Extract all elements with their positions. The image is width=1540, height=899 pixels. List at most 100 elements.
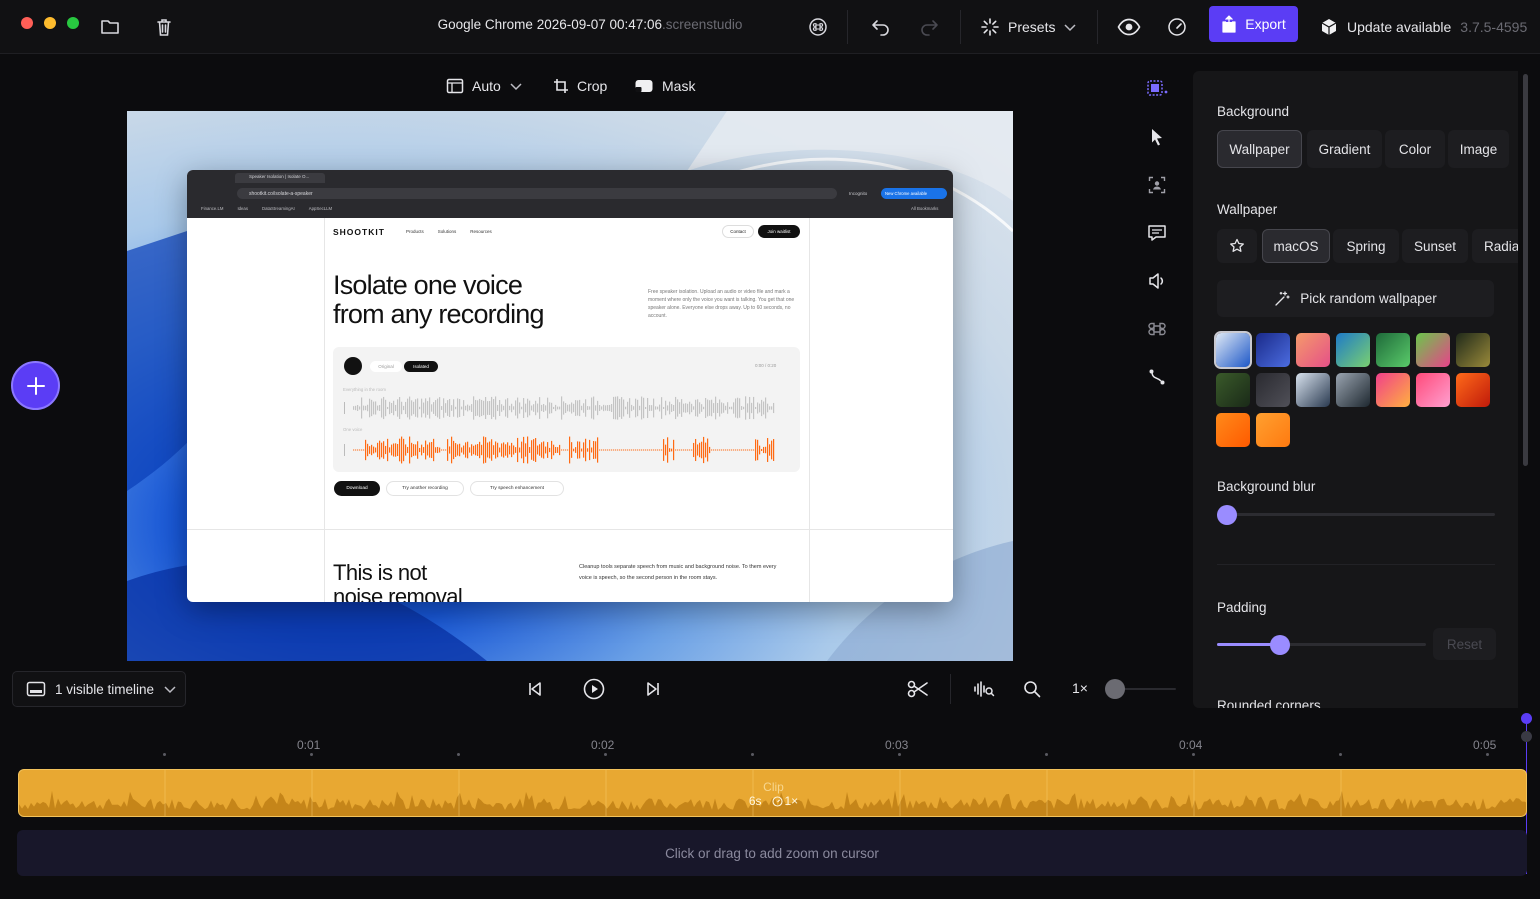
tab-gradient[interactable]: Gradient bbox=[1307, 130, 1382, 168]
skip-forward-button[interactable] bbox=[639, 676, 667, 702]
wallpaper-swatch[interactable] bbox=[1376, 333, 1410, 367]
pick-random-wallpaper-button[interactable]: Pick random wallpaper bbox=[1217, 280, 1494, 317]
timeline-layout-icon bbox=[26, 681, 46, 697]
ruler-dot bbox=[604, 753, 607, 756]
minimize-window-button[interactable] bbox=[44, 17, 56, 29]
wallpaper-tab-spring[interactable]: Spring bbox=[1333, 229, 1399, 263]
play-button[interactable] bbox=[580, 676, 608, 702]
mask-button[interactable]: Mask bbox=[634, 74, 695, 98]
preview-eye-icon[interactable] bbox=[1114, 12, 1144, 42]
ruler-dot bbox=[163, 753, 166, 756]
wallpaper-swatch[interactable] bbox=[1416, 333, 1450, 367]
timeline-speed-label[interactable]: 1× bbox=[1072, 680, 1088, 696]
wallpaper-swatch[interactable] bbox=[1256, 333, 1290, 367]
try-another-button: Try another recording bbox=[386, 481, 464, 496]
padding-reset-button[interactable]: Reset bbox=[1433, 628, 1496, 660]
clip-label: Clip bbox=[763, 780, 784, 794]
speed-gauge-icon[interactable] bbox=[1162, 12, 1192, 42]
command-shortcut-icon[interactable] bbox=[803, 12, 833, 42]
wallpaper-swatch[interactable] bbox=[1456, 373, 1490, 407]
mask-label: Mask bbox=[662, 78, 696, 94]
wallpaper-swatch[interactable] bbox=[1216, 373, 1250, 407]
original-waveform bbox=[344, 396, 775, 420]
blur-slider-handle[interactable] bbox=[1217, 505, 1237, 525]
cursor-icon[interactable] bbox=[1144, 124, 1170, 150]
tab-color[interactable]: Color bbox=[1385, 130, 1445, 168]
visible-timeline-dropdown[interactable]: 1 visible timeline bbox=[12, 671, 186, 707]
export-button[interactable]: Export bbox=[1209, 6, 1298, 42]
wallpaper-swatch[interactable] bbox=[1256, 373, 1290, 407]
download-button: Download bbox=[334, 481, 380, 496]
magnifier-icon bbox=[1024, 681, 1041, 698]
nav-item: Products bbox=[406, 229, 424, 234]
presets-button[interactable]: Presets bbox=[980, 12, 1077, 42]
update-label: Update available bbox=[1347, 19, 1452, 35]
padding-slider-handle[interactable] bbox=[1269, 635, 1290, 655]
bookmark: DataStreamingAI bbox=[261, 206, 295, 211]
zoom-track[interactable]: Click or drag to add zoom on cursor bbox=[17, 830, 1527, 876]
shortcuts-command-icon[interactable] bbox=[1144, 316, 1170, 342]
zoom-window-button[interactable] bbox=[67, 17, 79, 29]
wallpaper-tab-radial[interactable]: Radia bbox=[1472, 229, 1518, 263]
ruler-dot bbox=[1045, 753, 1048, 756]
presets-label: Presets bbox=[1008, 19, 1056, 35]
crop-button[interactable]: Crop bbox=[553, 74, 607, 98]
chevron-down-icon bbox=[510, 83, 522, 91]
motion-path-icon[interactable] bbox=[1144, 364, 1170, 390]
timeline-zoom-button[interactable] bbox=[1018, 676, 1046, 702]
redo-icon[interactable] bbox=[914, 12, 944, 42]
file-extension: .screenstudio bbox=[662, 17, 743, 32]
ruler-dot bbox=[898, 753, 901, 756]
split-scissors-button[interactable] bbox=[904, 676, 932, 702]
video-clip-track[interactable]: Clip 6s 1× bbox=[18, 769, 1527, 817]
visible-timeline-label: 1 visible timeline bbox=[55, 681, 155, 697]
audio-waveform-button[interactable] bbox=[970, 676, 998, 702]
webcam-icon[interactable] bbox=[1144, 172, 1170, 198]
preview-canvas[interactable]: Speaker Isolation | Isolate O... shootki… bbox=[127, 111, 1013, 661]
background-tab-icon[interactable] bbox=[1144, 76, 1170, 102]
clip-speed-value: 1× bbox=[784, 794, 799, 808]
panel-scrollbar[interactable] bbox=[1523, 74, 1528, 466]
wallpaper-swatch[interactable] bbox=[1216, 413, 1250, 447]
wallpaper-swatch[interactable] bbox=[1296, 333, 1330, 367]
undo-icon[interactable] bbox=[866, 12, 896, 42]
timeline-zoom-slider-handle[interactable] bbox=[1105, 679, 1125, 699]
wallpaper-swatch[interactable] bbox=[1296, 373, 1330, 407]
waveform-search-icon bbox=[974, 681, 995, 697]
audio-speaker-icon[interactable] bbox=[1144, 268, 1170, 294]
zoom-hint: Click or drag to add zoom on cursor bbox=[665, 845, 879, 861]
blur-slider-track[interactable] bbox=[1217, 513, 1495, 516]
wallpaper-swatch[interactable] bbox=[1256, 413, 1290, 447]
bookmark: Finance.LM bbox=[201, 206, 224, 211]
wallpaper-swatch[interactable] bbox=[1336, 333, 1370, 367]
package-box-icon bbox=[1321, 19, 1337, 35]
background-blur-heading: Background blur bbox=[1217, 479, 1316, 494]
plus-icon bbox=[26, 376, 45, 395]
ruler-dot bbox=[751, 753, 754, 756]
ruler-dot bbox=[1486, 753, 1489, 756]
tab-image[interactable]: Image bbox=[1448, 130, 1509, 168]
ruler-dot bbox=[310, 753, 313, 756]
wallpaper-swatch[interactable] bbox=[1336, 373, 1370, 407]
wallpaper-swatch[interactable] bbox=[1376, 373, 1410, 407]
nav-item: Resources bbox=[470, 229, 492, 234]
crop-icon bbox=[554, 79, 568, 93]
folder-icon[interactable] bbox=[95, 12, 125, 42]
wallpaper-swatch[interactable] bbox=[1214, 331, 1252, 369]
wallpaper-swatch[interactable] bbox=[1456, 333, 1490, 367]
playhead-handle[interactable] bbox=[1521, 713, 1532, 724]
close-window-button[interactable] bbox=[21, 17, 33, 29]
bookmark: AppSecLLM bbox=[308, 206, 333, 211]
trash-icon[interactable] bbox=[149, 12, 179, 42]
tab-wallpaper[interactable]: Wallpaper bbox=[1217, 130, 1302, 168]
auto-aspect-dropdown[interactable]: Auto bbox=[446, 74, 523, 98]
add-button[interactable] bbox=[11, 361, 60, 410]
sparkle-icon bbox=[981, 18, 999, 36]
wallpaper-tab-macos[interactable]: macOS bbox=[1262, 229, 1330, 263]
update-available-button[interactable]: Update available 3.7.5-4595 bbox=[1320, 12, 1527, 42]
captions-icon[interactable] bbox=[1144, 220, 1170, 246]
wallpaper-swatch[interactable] bbox=[1416, 373, 1450, 407]
favorites-star-button[interactable] bbox=[1217, 229, 1257, 263]
skip-back-button[interactable] bbox=[521, 676, 549, 702]
wallpaper-tab-sunset[interactable]: Sunset bbox=[1402, 229, 1468, 263]
